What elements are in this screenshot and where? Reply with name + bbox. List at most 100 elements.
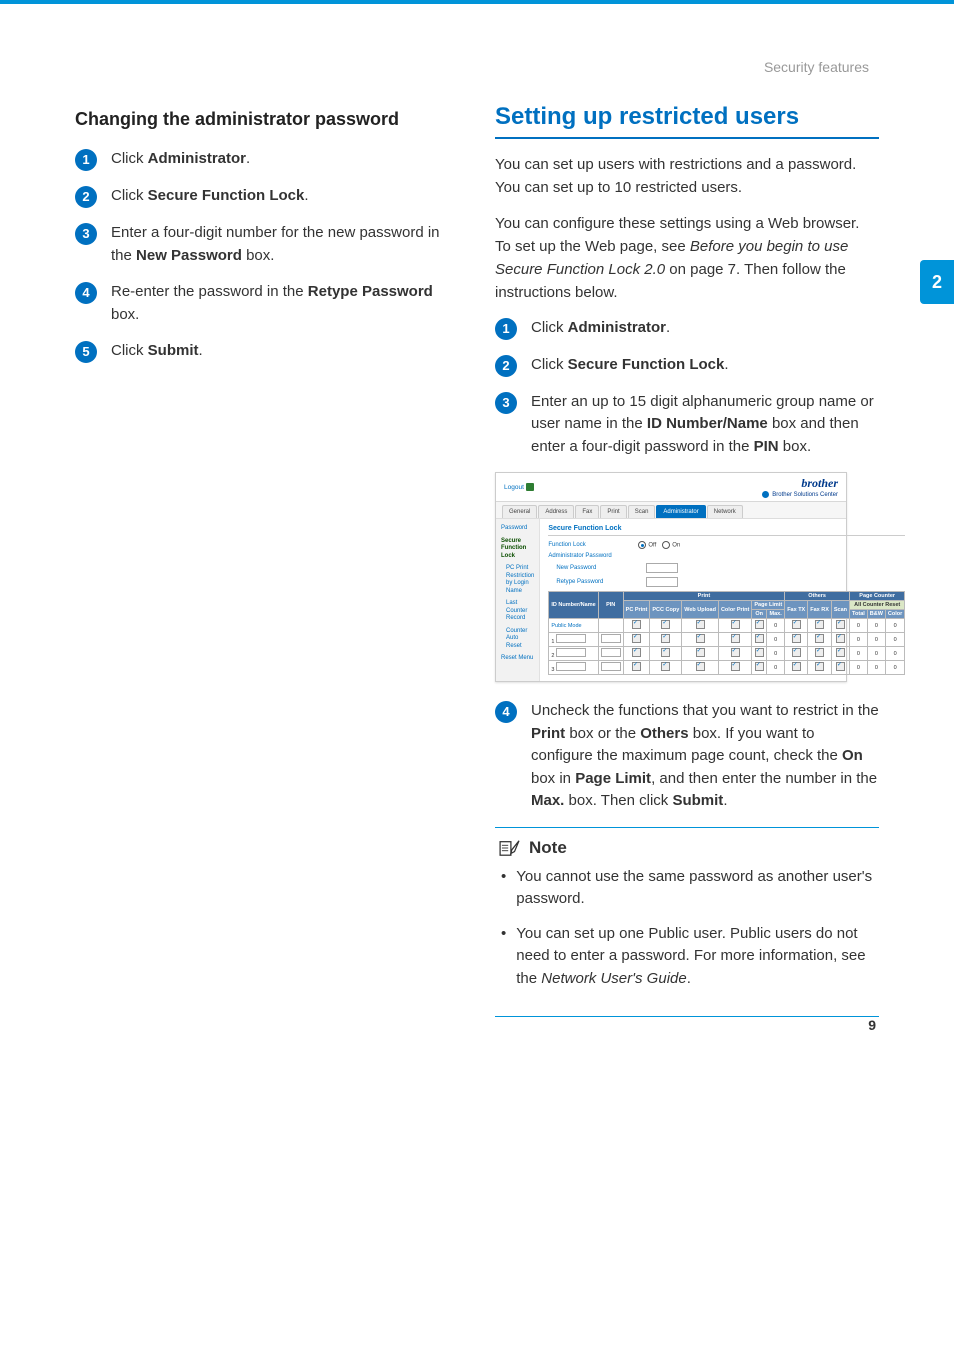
tab-fax[interactable]: Fax	[575, 505, 599, 518]
sidebar-reset-menu[interactable]: Reset Menu	[501, 655, 534, 663]
permission-checkbox[interactable]	[731, 620, 740, 629]
th-pcc-copy: PCC Copy	[650, 601, 682, 619]
tab-print[interactable]: Print	[600, 505, 626, 518]
permission-checkbox[interactable]	[836, 620, 845, 629]
permission-checkbox[interactable]	[792, 648, 801, 657]
note-box: Note You cannot use the same password as…	[495, 827, 879, 1018]
retype-password-input[interactable]	[646, 577, 678, 587]
th-total: Total	[850, 610, 868, 619]
row-admin-password: Administrator Password	[548, 553, 905, 559]
permission-checkbox[interactable]	[661, 620, 670, 629]
row-retype-password: Retype Password	[548, 577, 905, 587]
permission-checkbox[interactable]	[696, 620, 705, 629]
sshot-main: Secure Function Lock Function Lock Off O…	[540, 519, 913, 681]
pin-input[interactable]	[601, 648, 621, 657]
permission-checkbox[interactable]	[632, 634, 641, 643]
id-name-input[interactable]	[556, 662, 586, 671]
sidebar-last-counter-record[interactable]: Last Counter Record	[501, 600, 534, 623]
note-title-text: Note	[529, 838, 567, 858]
page-number: 9	[868, 1017, 876, 1033]
th-pc-print: PC Print	[623, 601, 650, 619]
permission-checkbox[interactable]	[632, 620, 641, 629]
step-badge-icon: 4	[75, 282, 97, 304]
tab-address[interactable]: Address	[538, 505, 574, 518]
permission-checkbox[interactable]	[632, 648, 641, 657]
permission-checkbox[interactable]	[696, 662, 705, 671]
right-step-4: 4 Uncheck the functions that you want to…	[495, 700, 879, 813]
left-step-4: 4 Re-enter the password in the Retype Pa…	[75, 281, 459, 326]
permission-checkbox[interactable]	[661, 634, 670, 643]
note-bullet-2: You can set up one Public user. Public u…	[499, 923, 875, 991]
note-bullets: You cannot use the same password as anot…	[499, 866, 875, 991]
pagelimit-on-checkbox[interactable]	[755, 662, 764, 671]
logout-icon	[526, 483, 534, 491]
right-step-1: 1 Click Administrator.	[495, 317, 879, 340]
pin-input[interactable]	[601, 634, 621, 643]
th-page-counter-group: Page Counter	[850, 592, 905, 601]
right-column: Setting up restricted users You can set …	[495, 103, 879, 1017]
solutions-center-link[interactable]: Brother Solutions Center	[762, 491, 838, 498]
permission-checkbox[interactable]	[815, 620, 824, 629]
permission-checkbox[interactable]	[792, 662, 801, 671]
permission-checkbox[interactable]	[836, 634, 845, 643]
embedded-screenshot: Logout brother Brother Solutions Center …	[495, 472, 847, 682]
radio-on[interactable]	[662, 541, 670, 549]
id-name-input[interactable]	[556, 648, 586, 657]
left-column: Changing the administrator password 1 Cl…	[75, 103, 459, 1017]
permission-checkbox[interactable]	[696, 648, 705, 657]
permission-checkbox[interactable]	[792, 634, 801, 643]
right-steps-list-a: 1 Click Administrator. 2 Click Secure Fu…	[495, 317, 879, 459]
permission-checkbox[interactable]	[731, 662, 740, 671]
tab-general[interactable]: General	[502, 505, 537, 518]
tab-scan[interactable]: Scan	[628, 505, 656, 518]
sidebar-secure-function-lock[interactable]: Secure Function Lock	[501, 538, 534, 561]
step-text: Click Administrator.	[531, 317, 879, 340]
sshot-tabs: General Address Fax Print Scan Administr…	[496, 502, 846, 519]
step-text: Click Secure Function Lock.	[531, 354, 879, 377]
permission-checkbox[interactable]	[836, 662, 845, 671]
tab-network[interactable]: Network	[707, 505, 743, 518]
left-step-2: 2 Click Secure Function Lock.	[75, 185, 459, 208]
permission-checkbox[interactable]	[661, 648, 670, 657]
th-fax-tx: Fax TX	[785, 601, 808, 619]
right-step-3: 3 Enter an up to 15 digit alphanumeric g…	[495, 391, 879, 459]
step-text: Click Submit.	[111, 340, 459, 363]
heading-underline	[495, 137, 879, 139]
permission-checkbox[interactable]	[815, 634, 824, 643]
table-row: 1 0000	[549, 633, 905, 647]
logout-link[interactable]: Logout	[504, 483, 534, 491]
radio-off[interactable]	[638, 541, 646, 549]
new-password-input[interactable]	[646, 563, 678, 573]
permission-checkbox[interactable]	[836, 648, 845, 657]
th-page-limit: Page Limit	[752, 601, 785, 610]
step-badge-icon: 5	[75, 341, 97, 363]
table-row: 2 0000	[549, 647, 905, 661]
sidebar-counter-auto-reset[interactable]: Counter Auto Reset	[501, 628, 534, 651]
id-name-input[interactable]	[556, 634, 586, 643]
left-heading: Changing the administrator password	[75, 109, 459, 130]
tab-administrator[interactable]: Administrator	[656, 505, 705, 518]
permission-checkbox[interactable]	[731, 648, 740, 657]
sshot-sidebar: Password Secure Function Lock PC Print R…	[496, 519, 540, 681]
permission-checkbox[interactable]	[815, 648, 824, 657]
pagelimit-on-checkbox[interactable]	[755, 620, 764, 629]
sidebar-password[interactable]: Password	[501, 525, 534, 533]
pin-input[interactable]	[601, 662, 621, 671]
permission-checkbox[interactable]	[815, 662, 824, 671]
pagelimit-on-checkbox[interactable]	[755, 648, 764, 657]
left-step-5: 5 Click Submit.	[75, 340, 459, 363]
step-text: Enter an up to 15 digit alphanumeric gro…	[531, 391, 879, 459]
permission-checkbox[interactable]	[792, 620, 801, 629]
pagelimit-on-checkbox[interactable]	[755, 634, 764, 643]
step-text: Click Administrator.	[111, 148, 459, 171]
intro-paragraph-1: You can set up users with restrictions a…	[495, 153, 879, 200]
th-id-number-name: ID Number/Name	[549, 592, 598, 619]
note-pencil-icon	[499, 839, 521, 857]
permission-checkbox[interactable]	[696, 634, 705, 643]
permission-checkbox[interactable]	[661, 662, 670, 671]
sidebar-pc-print-restriction[interactable]: PC Print Restriction by Login Name	[501, 565, 534, 595]
all-counter-reset-button[interactable]: All Counter Reset	[850, 601, 905, 610]
permission-checkbox[interactable]	[632, 662, 641, 671]
permission-checkbox[interactable]	[731, 634, 740, 643]
step-badge-icon: 1	[75, 149, 97, 171]
